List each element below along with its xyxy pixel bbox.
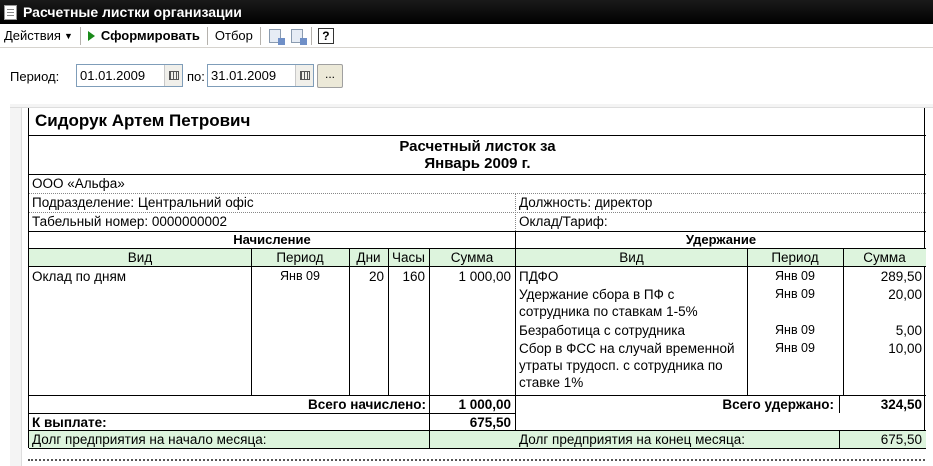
calendar-icon[interactable] — [164, 65, 182, 86]
total-deducted-label: Всего удержано: — [722, 397, 834, 412]
load-settings-button[interactable] — [287, 26, 307, 46]
employee-name: Сидорук Артем Петрович — [35, 111, 251, 130]
help-button[interactable]: ? — [316, 26, 336, 46]
play-icon — [87, 30, 95, 41]
tab-number: Табельный номер: 0000000002 — [32, 214, 227, 229]
page-break-line — [28, 459, 925, 461]
column-divider — [839, 430, 840, 448]
debt-end-label: Долг предприятия на конец месяца: — [519, 432, 745, 447]
actions-label: Действия — [4, 28, 61, 43]
chevron-down-icon: ▼ — [63, 30, 73, 41]
column-divider — [839, 395, 840, 413]
ded-col-kind: Вид — [619, 250, 644, 265]
window-title-bar: Расчетные листки организации — [0, 0, 933, 24]
total-deducted-value: 324,50 — [880, 397, 922, 412]
generate-button[interactable]: Сформировать — [84, 25, 204, 47]
toolbar: Действия ▼ Сформировать Отбор ? — [0, 24, 933, 48]
deduction-sum: 20,00 — [888, 287, 922, 302]
to-pay-value: 675,50 — [469, 415, 511, 430]
acc-col-sum: Сумма — [450, 250, 494, 265]
divider — [29, 174, 926, 175]
divider — [29, 135, 926, 136]
organization-name: ООО «Альфа» — [32, 176, 125, 191]
divider — [29, 448, 926, 449]
load-document-icon — [290, 28, 307, 45]
toolbar-separator — [79, 26, 81, 45]
payslip-sheet: Сидорук Артем Петрович Расчетный листок … — [28, 108, 926, 449]
acc-col-days: Дни — [356, 250, 381, 265]
accrual-period: Янв 09 — [280, 269, 320, 283]
deduction-kind: ПДФО — [519, 269, 559, 284]
payslip-title-line1: Расчетный листок за — [399, 138, 556, 155]
divider — [515, 193, 516, 231]
deduction-sum: 10,00 — [888, 341, 922, 356]
payslip-title: Расчетный листок за Январь 2009 г. — [29, 138, 926, 172]
period-select-button[interactable]: ... — [317, 64, 343, 88]
generate-label: Сформировать — [100, 28, 200, 43]
total-accrued-label: Всего начислено: — [308, 397, 426, 412]
column-divider — [429, 430, 430, 448]
deductions-header: Удержание — [685, 232, 757, 247]
copy-settings-button[interactable] — [265, 26, 285, 46]
accrual-kind: Оклад по дням — [32, 269, 127, 284]
department: Подразделение: Центральний офіс — [32, 195, 254, 210]
acc-col-kind: Вид — [127, 250, 153, 265]
window-title: Расчетные листки организации — [23, 4, 242, 20]
payslip-title-line2: Январь 2009 г. — [424, 155, 531, 172]
copy-document-icon — [268, 28, 285, 45]
actions-menu-button[interactable]: Действия ▼ — [0, 25, 77, 47]
period-from-field[interactable]: 01.01.2009 — [76, 64, 183, 87]
calendar-icon[interactable] — [295, 65, 313, 86]
deduction-period: Янв 09 — [775, 287, 815, 301]
filter-button[interactable]: Отбор — [211, 25, 257, 47]
period-panel: Период: 01.01.2009 по: 31.01.2009 ... — [0, 49, 933, 101]
report-left-ruler — [10, 104, 22, 466]
column-divider — [429, 395, 430, 413]
deduction-kind: Безработица с сотрудника — [519, 323, 685, 338]
accruals-header: Начисление — [233, 232, 311, 247]
accrual-days: 20 — [368, 269, 384, 284]
filter-label: Отбор — [214, 28, 253, 43]
ded-col-sum: Сумма — [863, 250, 906, 265]
accrual-sum: 1 000,00 — [458, 269, 511, 284]
report-document-icon — [4, 4, 17, 20]
deduction-period: Янв 09 — [775, 269, 815, 283]
to-pay-label: К выплате: — [32, 415, 107, 430]
divider — [29, 266, 926, 267]
total-accrued-value: 1 000,00 — [458, 397, 511, 412]
help-icon: ? — [317, 27, 334, 44]
accrual-hours: 160 — [402, 269, 425, 284]
acc-col-period: Период — [276, 250, 324, 265]
salary-rate: Оклад/Тариф: — [519, 214, 608, 229]
debt-start-label: Долг предприятия на начало месяца: — [32, 432, 267, 447]
period-to-label: по: — [187, 69, 205, 84]
debt-end-value: 675,50 — [880, 432, 922, 447]
deduction-kind: Сбор в ФСС на случай временной утраты тр… — [519, 341, 735, 390]
deduction-period: Янв 09 — [775, 341, 815, 355]
deduction-period: Янв 09 — [775, 323, 815, 337]
section-divider — [515, 231, 516, 448]
period-label: Период: — [10, 69, 60, 84]
toolbar-separator — [259, 26, 261, 45]
position: Должность: директор — [519, 195, 653, 210]
period-to-field[interactable]: 31.01.2009 — [207, 64, 314, 87]
deduction-kind: Удержание сбора в ПФ с сотрудника по ста… — [519, 287, 698, 319]
ded-col-period: Период — [771, 250, 819, 265]
deduction-sum: 289,50 — [880, 269, 922, 284]
toolbar-separator — [310, 26, 312, 45]
report-area[interactable]: Сидорук Артем Петрович Расчетный листок … — [0, 101, 933, 466]
acc-col-hours: Часы — [392, 250, 425, 265]
deduction-sum: 5,00 — [895, 323, 922, 338]
toolbar-separator — [206, 26, 208, 45]
